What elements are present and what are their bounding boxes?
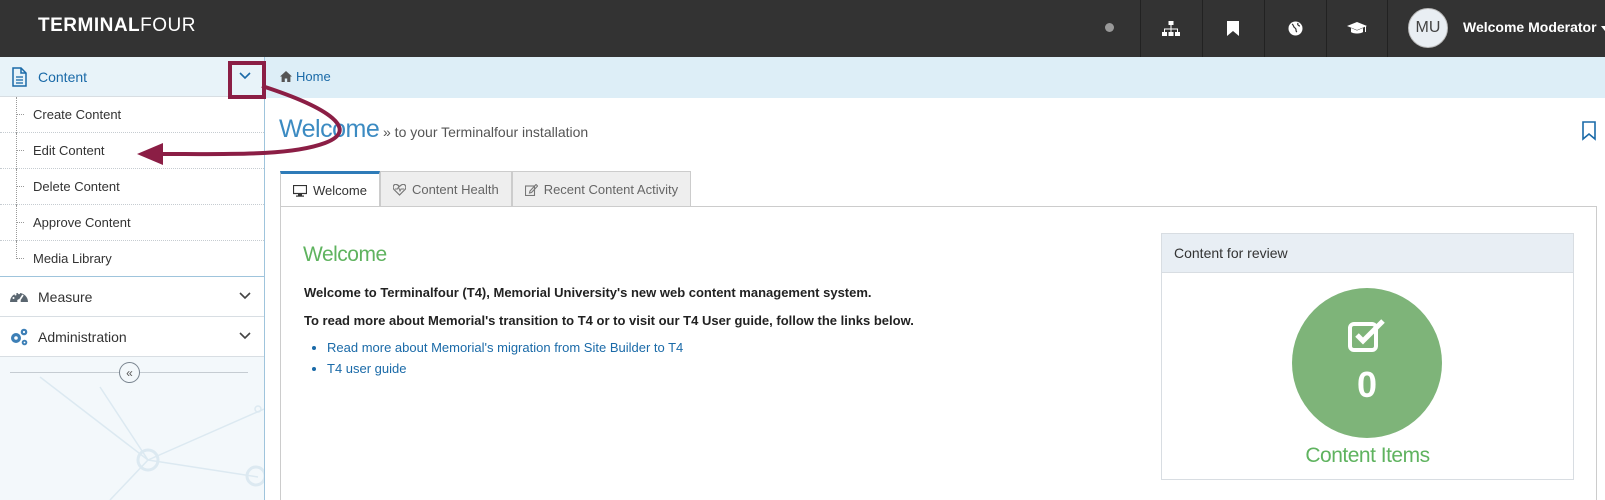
- edit-icon: [524, 183, 538, 196]
- sitemap-button[interactable]: [1140, 0, 1201, 57]
- sidebar-section-label: Administration: [38, 328, 127, 345]
- globe-icon: [1288, 21, 1302, 36]
- link-user-guide[interactable]: T4 user guide: [327, 361, 683, 376]
- sidebar-section-administration[interactable]: Administration: [0, 317, 264, 357]
- sidebar-item-media-library[interactable]: Media Library: [0, 241, 264, 277]
- review-card-header: Content for review: [1162, 234, 1573, 273]
- user-menu[interactable]: MU Welcome Moderator: [1387, 0, 1605, 57]
- collapse-sidebar-button[interactable]: «: [119, 362, 140, 383]
- breadcrumb-home[interactable]: Home: [280, 69, 331, 84]
- double-chevron-left-icon: «: [126, 365, 133, 380]
- gears-icon: [11, 328, 28, 346]
- sidebar-item-delete-content[interactable]: Delete Content: [0, 169, 264, 205]
- tab-welcome[interactable]: Welcome: [280, 171, 380, 207]
- status-indicator: [1105, 23, 1114, 32]
- welcome-intro: Welcome to Terminalfour (T4), Memorial U…: [304, 285, 872, 300]
- chevron-down-icon[interactable]: [238, 329, 252, 343]
- sites-button[interactable]: [1264, 0, 1325, 57]
- graduation-cap-icon: [1347, 22, 1367, 34]
- welcome-heading: Welcome: [303, 243, 387, 266]
- home-icon: [280, 71, 292, 82]
- welcome-instructions: To read more about Memorial's transition…: [304, 313, 914, 328]
- sidebar-section-content[interactable]: Content: [0, 57, 264, 97]
- tab-recent-content-activity[interactable]: Recent Content Activity: [511, 171, 692, 207]
- sidebar-collapse-row: «: [0, 357, 264, 387]
- document-icon: [12, 67, 27, 87]
- sidebar-section-measure[interactable]: Measure: [0, 277, 264, 317]
- bookmark-icon[interactable]: [1581, 121, 1597, 141]
- bookmark-icon: [1227, 21, 1239, 36]
- caret-down-icon: [1600, 25, 1605, 31]
- breadcrumb: Home: [265, 57, 1605, 98]
- chevron-down-icon[interactable]: [238, 289, 252, 303]
- sidebar-item-create-content[interactable]: Create Content: [0, 97, 264, 133]
- tab-bar: Welcome Content Health Recent Content Ac…: [280, 171, 692, 207]
- user-greeting[interactable]: Welcome Moderator: [1463, 19, 1605, 35]
- welcome-panel: Welcome Welcome to Terminalfour (T4), Me…: [280, 206, 1597, 500]
- tab-content-health[interactable]: Content Health: [379, 171, 512, 207]
- sidebar-section-label: Measure: [38, 288, 93, 305]
- page-subtitle: » to your Terminalfour installation: [383, 124, 589, 140]
- top-bar: TERMINALFOUR MU Welcome Moderator: [0, 0, 1605, 57]
- terminalfour-logo[interactable]: TERMINALFOUR: [38, 15, 196, 37]
- sidebar-item-edit-content[interactable]: Edit Content: [0, 133, 264, 169]
- sitemap-icon: [1162, 20, 1180, 36]
- heartbeat-icon: [392, 183, 406, 196]
- review-count-circle[interactable]: 0: [1292, 288, 1442, 438]
- avatar[interactable]: MU: [1408, 8, 1448, 48]
- monitor-icon: [293, 184, 307, 197]
- dashboard-icon: [10, 292, 28, 303]
- highlight-box: [228, 61, 266, 99]
- welcome-links: Read more about Memorial's migration fro…: [327, 340, 683, 382]
- sidebar-item-approve-content[interactable]: Approve Content: [0, 205, 264, 241]
- content-items-label[interactable]: Content Items: [1162, 444, 1573, 468]
- bookmarks-button[interactable]: [1202, 0, 1263, 57]
- page-title: Welcome: [279, 115, 380, 143]
- sidebar: Content Create Content Edit Content Dele…: [0, 57, 265, 500]
- link-migration-info[interactable]: Read more about Memorial's migration fro…: [327, 340, 683, 355]
- content-for-review-card: Content for review 0 Content Items: [1161, 233, 1574, 480]
- sidebar-section-label: Content: [38, 68, 88, 85]
- review-count: 0: [1356, 364, 1378, 405]
- checkbox-checked-icon: [1348, 319, 1385, 352]
- training-button[interactable]: [1326, 0, 1387, 57]
